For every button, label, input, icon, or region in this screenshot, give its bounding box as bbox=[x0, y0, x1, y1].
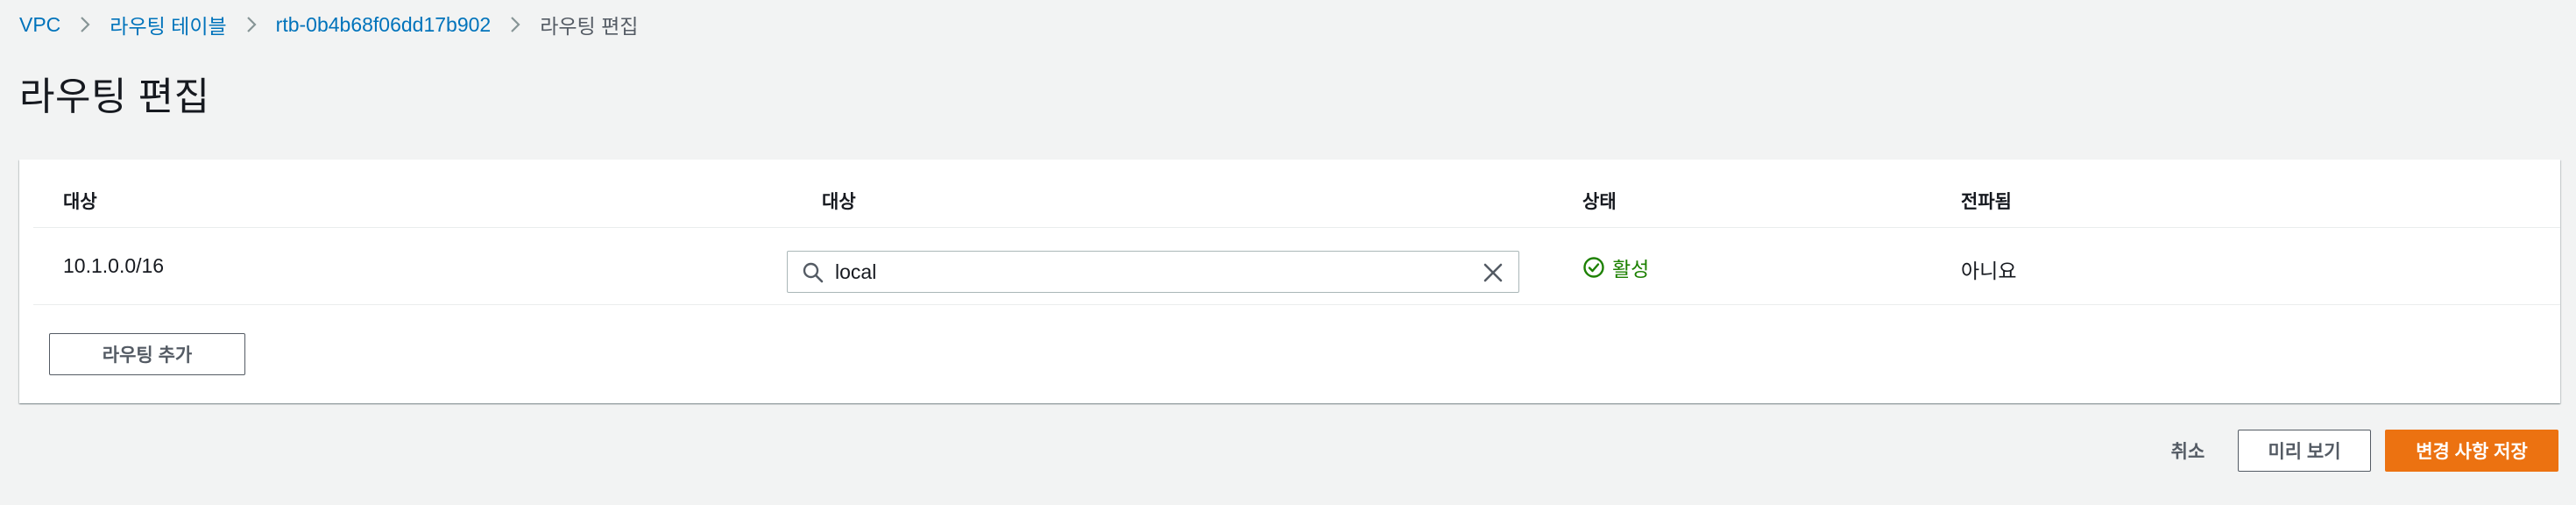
target-search-field bbox=[787, 251, 1519, 293]
table-header: 대상 대상 상태 전파됨 bbox=[33, 160, 2560, 228]
target-input[interactable] bbox=[835, 252, 1448, 292]
breadcrumb: VPC 라우팅 테이블 rtb-0b4b68f06dd17b902 라우팅 편집 bbox=[19, 9, 638, 40]
chevron-right-icon bbox=[510, 16, 520, 33]
breadcrumb-route-table-id[interactable]: rtb-0b4b68f06dd17b902 bbox=[276, 13, 492, 37]
breadcrumb-current: 라우팅 편집 bbox=[540, 15, 639, 38]
search-icon bbox=[802, 261, 824, 288]
status-text: 활성 bbox=[1612, 258, 1650, 281]
column-header-target: 대상 bbox=[822, 192, 856, 212]
status-badge: 활성 bbox=[1582, 252, 1649, 282]
chevron-right-icon bbox=[80, 16, 90, 33]
breadcrumb-vpc[interactable]: VPC bbox=[19, 13, 60, 37]
column-header-status: 상태 bbox=[1582, 192, 1617, 212]
propagated-value: 아니요 bbox=[1961, 260, 2017, 282]
preview-button[interactable]: 미리 보기 bbox=[2238, 430, 2371, 472]
page-title: 라우팅 편집 bbox=[19, 75, 210, 118]
destination-cidr: 10.1.0.0/16 bbox=[63, 254, 165, 277]
routes-panel: 대상 대상 상태 전파됨 10.1.0.0/16 활성 아니요 라우팅 추가 bbox=[19, 160, 2560, 403]
column-header-propagated: 전파됨 bbox=[1961, 192, 2012, 212]
close-icon[interactable] bbox=[1482, 261, 1504, 288]
cancel-button[interactable]: 취소 bbox=[2148, 430, 2227, 472]
column-header-destination: 대상 bbox=[63, 192, 97, 212]
breadcrumb-route-tables[interactable]: 라우팅 테이블 bbox=[110, 10, 226, 39]
table-row: 10.1.0.0/16 활성 아니요 bbox=[33, 228, 2560, 305]
check-circle-icon bbox=[1582, 256, 1605, 279]
add-route-button[interactable]: 라우팅 추가 bbox=[49, 333, 245, 375]
chevron-right-icon bbox=[246, 16, 257, 33]
save-changes-button[interactable]: 변경 사항 저장 bbox=[2385, 430, 2558, 472]
